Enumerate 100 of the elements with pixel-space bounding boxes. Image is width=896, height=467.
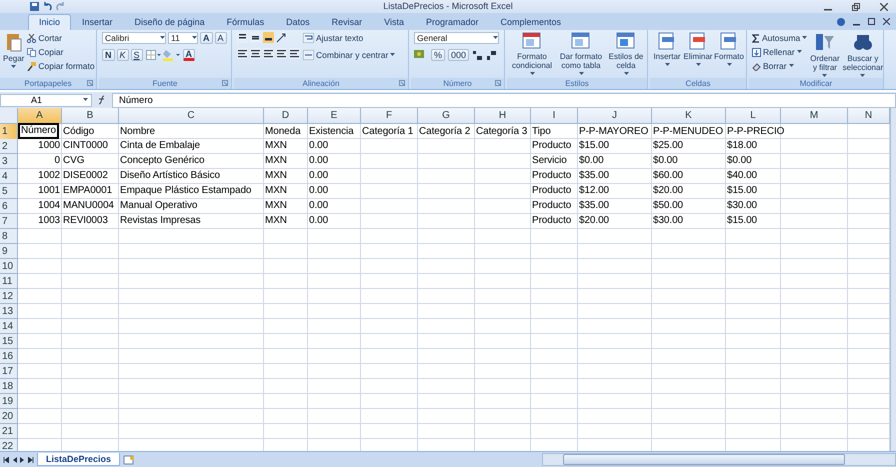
row-header[interactable]: 19: [0, 394, 18, 409]
row-header[interactable]: 3: [0, 154, 18, 169]
font-color-button[interactable]: A: [182, 49, 196, 61]
font-size-field[interactable]: 11: [168, 32, 198, 44]
redo-icon: [56, 2, 65, 11]
align-lines-icon: [289, 48, 300, 59]
row-header[interactable]: 7: [0, 214, 18, 229]
column-header[interactable]: H: [475, 108, 531, 124]
name-box[interactable]: A1: [0, 94, 92, 106]
caret-icon: [696, 63, 700, 67]
dialog-launcher-icon[interactable]: [222, 80, 228, 86]
row-header[interactable]: 5: [0, 184, 18, 199]
column-header[interactable]: I: [531, 108, 578, 124]
row-header[interactable]: 2: [0, 139, 18, 154]
editing-button[interactable]: Ordenar y filtrar: [810, 32, 840, 78]
sheet-tab[interactable]: ListaDePrecios: [37, 453, 120, 466]
row-header[interactable]: 9: [0, 244, 18, 259]
editing-button[interactable]: Borrar: [752, 60, 808, 72]
percent-button[interactable]: %: [431, 49, 446, 61]
active-cell[interactable]: Número: [18, 123, 59, 139]
paintbrush-icon: [27, 62, 36, 70]
row-header[interactable]: 13: [0, 304, 18, 319]
ribbon-tab[interactable]: Revisar: [320, 14, 374, 30]
row-header[interactable]: 20: [0, 409, 18, 424]
row-header[interactable]: 10: [0, 259, 18, 274]
row-header[interactable]: 12: [0, 289, 18, 304]
table-cell: $15.00: [727, 184, 757, 198]
cells-button[interactable]: Formato: [715, 32, 743, 67]
styles-button[interactable]: Dar formato como tabla: [557, 32, 605, 76]
row-header[interactable]: 22: [0, 439, 18, 451]
ribbon-tab[interactable]: Diseño de página: [124, 14, 216, 30]
row-header[interactable]: 15: [0, 334, 18, 349]
ribbon-tab[interactable]: Fórmulas: [216, 14, 276, 30]
column-header[interactable]: N: [848, 108, 890, 124]
row-header[interactable]: 18: [0, 379, 18, 394]
horizontal-scrollbar[interactable]: [542, 453, 896, 466]
row-header[interactable]: 6: [0, 199, 18, 214]
row-header[interactable]: 16: [0, 349, 18, 364]
editing-button[interactable]: Autosuma: [752, 32, 808, 44]
copy-button[interactable]: Copiar: [27, 46, 95, 58]
align-lines-icon: [237, 48, 248, 59]
select-all-button[interactable]: [0, 108, 18, 124]
ribbon-tab[interactable]: Vista: [373, 14, 415, 30]
bold-button[interactable]: N: [102, 49, 114, 61]
dialog-launcher-icon[interactable]: [87, 80, 93, 86]
row-header[interactable]: 4: [0, 169, 18, 184]
ribbon-tab[interactable]: Programador: [415, 14, 490, 30]
merge-center-button[interactable]: Combinar y centrar: [303, 49, 396, 61]
column-header[interactable]: E: [308, 108, 361, 124]
row-header[interactable]: 14: [0, 319, 18, 334]
styles-button[interactable]: Formato condicional: [510, 32, 554, 76]
column-header[interactable]: D: [264, 108, 308, 124]
underline-button[interactable]: S: [130, 49, 143, 61]
caret-icon: [493, 36, 498, 40]
ribbon-tab[interactable]: Inicio: [28, 14, 72, 30]
cells-button[interactable]: Insertar: [653, 32, 681, 67]
shrink-font-button[interactable]: A: [214, 32, 227, 44]
editing-button[interactable]: Buscar y seleccionar: [842, 32, 884, 78]
column-header[interactable]: K: [652, 108, 726, 124]
column-header[interactable]: C: [119, 108, 264, 124]
italic-button[interactable]: K: [116, 49, 129, 61]
column-header[interactable]: J: [578, 108, 652, 124]
format-painter-button[interactable]: Copiar formato: [27, 60, 95, 72]
caret-icon: [664, 63, 670, 67]
align-lines-icon: [250, 32, 261, 43]
row-header[interactable]: 11: [0, 274, 18, 289]
table-cell: 1004: [38, 199, 60, 213]
column-header[interactable]: F: [361, 108, 418, 124]
column-header[interactable]: L: [726, 108, 781, 124]
caret-icon: [192, 36, 197, 40]
formula-field[interactable]: Número: [112, 92, 896, 108]
scissors-icon: [27, 34, 36, 42]
column-header[interactable]: M: [781, 108, 848, 124]
paste-button[interactable]: Pegar: [3, 32, 24, 69]
row-header[interactable]: 8: [0, 229, 18, 244]
font-name-field[interactable]: Calibri: [102, 32, 166, 44]
column-header[interactable]: B: [62, 108, 119, 124]
row-header[interactable]: 17: [0, 364, 18, 379]
ribbon-tab[interactable]: Complementos: [490, 14, 572, 30]
table-cell: $18.00: [727, 139, 757, 153]
cells-button[interactable]: Eliminar: [684, 32, 712, 67]
dialog-launcher-icon[interactable]: [495, 80, 501, 86]
dialog-launcher-icon[interactable]: [399, 80, 405, 86]
editing-button[interactable]: Rellenar: [752, 46, 808, 58]
ribbon-tab[interactable]: Datos: [275, 14, 321, 30]
caret-icon: [788, 64, 794, 68]
close-icon: [883, 18, 890, 24]
table-cell: 0: [54, 154, 60, 168]
cut-button[interactable]: Cortar: [27, 32, 95, 44]
grow-font-button[interactable]: A: [200, 32, 212, 44]
number-format-field[interactable]: General: [414, 32, 499, 44]
row-header[interactable]: 1: [0, 124, 18, 140]
column-header[interactable]: G: [418, 108, 475, 124]
wrap-text-button[interactable]: Ajustar texto: [303, 32, 396, 44]
thousands-button[interactable]: 000: [448, 49, 470, 61]
table-cell: MANU0004: [63, 199, 114, 213]
column-header[interactable]: A: [18, 108, 62, 124]
ribbon-tab[interactable]: Insertar: [71, 14, 124, 30]
styles-button[interactable]: Estilos de celda: [608, 32, 644, 76]
row-header[interactable]: 21: [0, 424, 18, 439]
